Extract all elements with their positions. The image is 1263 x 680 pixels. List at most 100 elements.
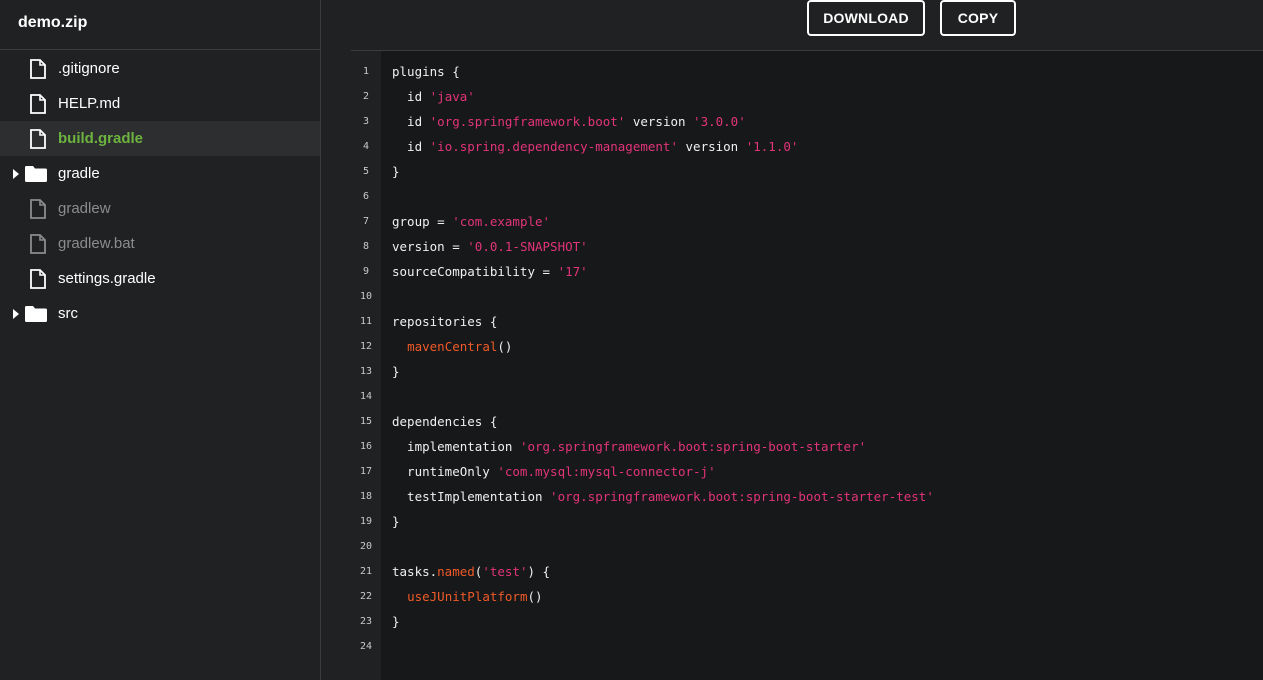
code-text: } [392, 514, 400, 529]
code-text: tasks.named('test') { [392, 564, 550, 579]
code-token: } [392, 164, 400, 179]
code-line: 16 implementation 'org.springframework.b… [351, 434, 1263, 459]
string-token: 'org.springframework.boot:spring-boot-st… [519, 439, 867, 454]
code-token: testImplementation [392, 489, 551, 504]
code-line: 24 [351, 634, 1263, 659]
caret-right-icon[interactable] [13, 168, 19, 179]
function-token: mavenCentral [407, 339, 498, 354]
line-number: 24 [359, 641, 373, 652]
tree-file-item[interactable]: .gitignore [0, 51, 320, 86]
code-text: plugins { [392, 64, 460, 79]
code-token: version = [392, 239, 468, 254]
code-text: mavenCentral() [392, 339, 512, 354]
code-token: } [392, 614, 400, 629]
line-number: 19 [359, 516, 373, 527]
tree-file-item[interactable]: HELP.md [0, 86, 320, 121]
code-line: 6 [351, 184, 1263, 209]
code-line: 21 tasks.named('test') { [351, 559, 1263, 584]
code-token: version [678, 139, 746, 154]
tree-folder-item[interactable]: src [0, 296, 320, 331]
code-viewer[interactable]: 1 plugins { 2 id 'java' 3 id 'org.springfra… [351, 50, 1263, 680]
copy-button[interactable]: COPY [940, 0, 1016, 36]
code-text: implementation 'org.springframework.boot… [392, 439, 866, 454]
string-token: '0.0.1-SNAPSHOT' [467, 239, 588, 254]
line-number: 20 [359, 541, 373, 552]
code-text: group = 'com.example' [392, 214, 550, 229]
code-text: id 'org.springframework.boot' version '3… [392, 114, 746, 129]
line-number: 15 [359, 416, 373, 427]
file-tree: .gitignore HELP.md build.gradle gradle gradl… [0, 51, 320, 331]
code-line: 4 id 'io.spring.dependency-management' v… [351, 134, 1263, 159]
line-number: 13 [359, 366, 373, 377]
code-text: runtimeOnly 'com.mysql:mysql-connector-j… [392, 464, 716, 479]
tree-item-label: HELP.md [58, 95, 121, 112]
string-token: 'com.example' [452, 214, 551, 229]
tree-item-label: gradlew.bat [58, 235, 135, 252]
line-number: 5 [362, 166, 370, 177]
tree-item-label: settings.gradle [58, 270, 156, 287]
code-token: () [497, 339, 513, 354]
code-line: 12 mavenCentral() [351, 334, 1263, 359]
file-explorer-sidebar: demo.zip .gitignore HELP.md build.gradle gr… [0, 0, 321, 680]
tree-item-label: src [58, 305, 78, 322]
tree-file-item[interactable]: build.gradle [0, 121, 320, 156]
string-token: '17' [557, 264, 588, 279]
line-number: 7 [362, 216, 370, 227]
code-text: testImplementation 'org.springframework.… [392, 489, 934, 504]
code-line: 10 [351, 284, 1263, 309]
line-number: 9 [362, 266, 370, 277]
code-token: ) { [527, 564, 551, 579]
code-token: } [392, 364, 400, 379]
code-token: id [392, 139, 430, 154]
line-number: 6 [362, 191, 370, 202]
line-number: 17 [359, 466, 373, 477]
code-line: 19} [351, 509, 1263, 534]
line-number: 21 [359, 566, 373, 577]
line-number: 22 [359, 591, 373, 602]
code-token: sourceCompatibility = [392, 264, 558, 279]
code-text: sourceCompatibility = '17' [392, 264, 588, 279]
code-token: repositories { [392, 314, 498, 329]
tree-item-label: gradlew [58, 200, 111, 217]
caret-right-icon[interactable] [13, 308, 19, 319]
tree-file-item[interactable]: settings.gradle [0, 261, 320, 296]
code-line: 1 plugins { [351, 59, 1263, 84]
code-text: version = '0.0.1-SNAPSHOT' [392, 239, 588, 254]
code-token: version [625, 114, 694, 129]
line-number: 18 [359, 491, 373, 502]
tree-folder-item[interactable]: gradle [0, 156, 320, 191]
sidebar-header: demo.zip [0, 0, 320, 50]
code-line: 14 [351, 384, 1263, 409]
download-button[interactable]: DOWNLOAD [807, 0, 925, 36]
line-number: 3 [362, 116, 370, 127]
line-number: 1 [362, 66, 370, 77]
code-line: 5} [351, 159, 1263, 184]
code-text: } [392, 614, 400, 629]
code-token: plugins { [392, 64, 460, 79]
line-number: 12 [359, 341, 373, 352]
code-line: 8 version = '0.0.1-SNAPSHOT' [351, 234, 1263, 259]
function-token: useJUnitPlatform [407, 589, 528, 604]
code-token: id [392, 114, 430, 129]
code-token: dependencies { [392, 414, 498, 429]
string-token: 'com.mysql:mysql-connector-j' [497, 464, 716, 479]
code-text: id 'java' [392, 89, 475, 104]
line-number: 4 [362, 141, 370, 152]
string-token: 'test' [482, 564, 528, 579]
code-line: 13} [351, 359, 1263, 384]
code-token: runtimeOnly [392, 464, 498, 479]
code-token: } [392, 514, 400, 529]
tree-file-item[interactable]: gradlew.bat [0, 226, 320, 261]
code-line: 18 testImplementation 'org.springframewo… [351, 484, 1263, 509]
code-line: 23} [351, 609, 1263, 634]
code-text: id 'io.spring.dependency-management' ver… [392, 139, 798, 154]
code-line: 2 id 'java' [351, 84, 1263, 109]
tree-file-item[interactable]: gradlew [0, 191, 320, 226]
code-line: 20 [351, 534, 1263, 559]
archive-name: demo.zip [18, 14, 88, 31]
code-token: group = [392, 214, 453, 229]
code-text: } [392, 364, 400, 379]
code-line: 11 repositories { [351, 309, 1263, 334]
tree-item-label: gradle [58, 165, 100, 182]
